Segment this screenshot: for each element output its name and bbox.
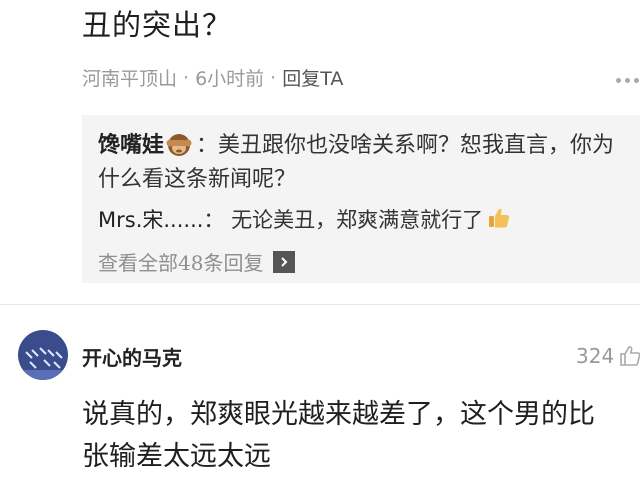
reply-text: ： 无论美丑，郑爽满意就行了 <box>203 208 484 232</box>
comment-divider <box>0 304 640 305</box>
comment-line-2: 张输差太远太远 <box>82 441 271 472</box>
comment-username[interactable]: 开心的马克 <box>82 342 182 371</box>
view-all-replies-link[interactable]: 查看全部48条回复 <box>98 247 622 276</box>
reply-author[interactable]: Mrs.宋...... <box>98 208 203 232</box>
reply-item[interactable]: Mrs.宋......： 无论美丑，郑爽满意就行了 <box>98 205 622 235</box>
meta-separator-2: · <box>270 66 277 89</box>
reply-to-button[interactable]: 回复TA <box>282 64 343 91</box>
reply-author[interactable]: 馋嘴娃 <box>98 133 164 158</box>
like-count: 324 <box>576 344 615 368</box>
comment-meta: 河南平顶山 · 6小时前 · 回复TA <box>82 64 343 91</box>
more-options-icon[interactable] <box>616 70 640 90</box>
view-all-label: 查看全部48条回复 <box>98 251 264 275</box>
replies-box: 馋嘴娃 ：美丑跟你也没啥关系啊？恕我直言，你为什么看这条新闻呢？ Mrs.宋..… <box>82 115 640 283</box>
see-no-evil-monkey-icon <box>166 131 192 157</box>
meta-separator: · <box>183 66 190 89</box>
comment-line-1: 说真的，郑爽眼光越来越差了，这个男的比 <box>82 399 595 430</box>
chevron-right-icon <box>273 250 296 273</box>
comment-time: 6小时前 <box>195 68 265 90</box>
avatar[interactable] <box>18 330 68 380</box>
comment-body: 说真的，郑爽眼光越来越差了，这个男的比 张输差太远太远 <box>82 394 640 478</box>
previous-comment-text-tail: 丑的突出？ <box>82 8 233 42</box>
thumbs-up-outline-icon <box>620 346 640 366</box>
reply-item[interactable]: 馋嘴娃 ：美丑跟你也没啥关系啊？恕我直言，你为什么看这条新闻呢？ <box>98 129 622 197</box>
like-button[interactable]: 324 <box>576 344 640 368</box>
thumbs-up-icon <box>487 206 511 230</box>
comment-location: 河南平顶山 <box>82 68 178 90</box>
